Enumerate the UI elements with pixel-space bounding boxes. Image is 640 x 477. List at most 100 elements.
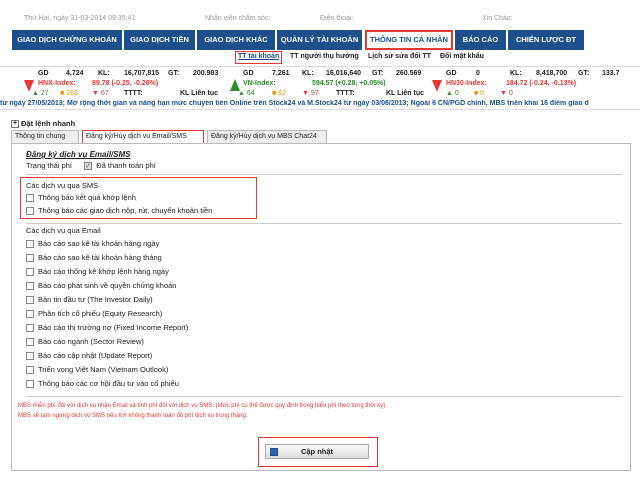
hnx-kl: 16,707,815: [124, 70, 160, 77]
nav-giao-dich-tien[interactable]: GIAO DỊCH TIỀN: [124, 30, 196, 50]
email-checkbox[interactable]: [26, 324, 34, 333]
email-item[interactable]: Báo cáo cập nhật (Update Report): [26, 351, 152, 361]
sms-item-label: Thông báo kết quả khớp lệnh: [38, 193, 136, 202]
email-item[interactable]: Báo cáo ngành (Sector Review): [26, 337, 144, 347]
email-item-label: Báo cáo thống kê khớp lệnh hàng ngày: [38, 267, 169, 276]
email-checkbox[interactable]: [26, 310, 34, 319]
email-sms-panel: Đăng ký dịch vụ Email/SMS Trạng thái phí…: [11, 143, 631, 471]
email-item-label: Báo cáo sao kê tài khoản hàng tháng: [38, 253, 162, 262]
hn30-gt-label: GT:: [578, 70, 590, 77]
vn-down-count: ▼ 97: [302, 90, 319, 97]
tab-mbs-chat24[interactable]: Đăng ký/Hủy dịch vụ MBS Chat24: [207, 130, 327, 143]
email-checkbox[interactable]: [26, 282, 34, 291]
email-checkbox[interactable]: [26, 380, 34, 389]
email-item[interactable]: Báo cáo sao kê tài khoản hàng tháng: [26, 253, 162, 263]
update-button[interactable]: Cập nhật: [265, 444, 369, 459]
hn30-down-arrow-icon: [432, 80, 442, 92]
email-checkbox[interactable]: [26, 352, 34, 361]
subnav-tt-nguoi-thu-huong[interactable]: TT người thụ hưởng: [290, 53, 359, 60]
save-icon: [270, 448, 278, 456]
vn-up-count: ▲ 64: [238, 90, 255, 97]
email-item[interactable]: Báo cáo thị trường nợ (Fixed Income Repo…: [26, 323, 189, 333]
hn30-up-count: ▲ 0: [446, 90, 459, 97]
email-checkbox[interactable]: [26, 240, 34, 249]
email-checkbox[interactable]: [26, 338, 34, 347]
email-item[interactable]: Thông báo các cơ hội đầu tư vào cổ phiếu: [26, 379, 179, 389]
panel-heading: Đăng ký dịch vụ Email/SMS: [26, 150, 131, 159]
hn30-gd: 0: [476, 70, 480, 77]
staff-label: Nhân viên chăm sóc:: [205, 15, 271, 22]
email-item[interactable]: Bản tin đầu tư (The Investor Daily): [26, 295, 153, 305]
email-header: Các dịch vụ qua Email: [26, 226, 101, 235]
vn-gd: 7,261: [272, 70, 290, 77]
quick-order-label: Đặt lệnh nhanh: [21, 119, 76, 128]
email-item-label: Báo cáo ngành (Sector Review): [38, 337, 144, 346]
tab-thong-tin-chung[interactable]: Thông tin chung: [11, 130, 79, 143]
hn30-kl: 8,418,700: [536, 70, 568, 77]
hnx-up-count: ▲ 27: [32, 90, 49, 97]
sub-nav: TT tài khoản TT người thụ hưởng Lịch sử …: [0, 51, 640, 65]
hnx-flat-count: ■ 263: [60, 90, 78, 97]
quick-order-toggle[interactable]: + Đặt lệnh nhanh: [11, 119, 76, 129]
sms-checkbox[interactable]: [26, 194, 34, 203]
fee-paid-checkbox: [84, 162, 93, 171]
email-item[interactable]: Triển vọng Việt Nam (Vietnam Outlook): [26, 365, 169, 375]
sms-header: Các dịch vụ qua SMS: [26, 181, 99, 190]
vn-kl-label: KL:: [302, 70, 314, 77]
email-checkbox[interactable]: [26, 254, 34, 263]
email-checkbox[interactable]: [26, 366, 34, 375]
nav-giao-dich-khac[interactable]: GIAO DỊCH KHÁC: [197, 30, 276, 50]
email-item[interactable]: Báo cáo thống kê khớp lệnh hàng ngày: [26, 267, 169, 277]
sms-checkbox[interactable]: [26, 207, 34, 216]
greeting-label: Xin Chào:: [482, 15, 513, 22]
email-item-label: Báo cáo sao kê tài khoản hàng ngày: [38, 239, 160, 248]
hnx-gd: 4,724: [66, 70, 84, 77]
fee-paid-label: Đã thanh toán phí: [96, 161, 156, 170]
hn30-kl-label: KL:: [510, 70, 522, 77]
hn30-name: HN30-Index:: [446, 80, 487, 87]
market-ticker: GD 4,724 KL: 16,707,815 GT: 200.983 HNX-…: [0, 66, 640, 100]
subnav-tt-tai-khoan[interactable]: TT tài khoản: [235, 51, 283, 64]
email-item[interactable]: Báo cáo sao kê tài khoản hàng ngày: [26, 239, 160, 249]
tab-email-sms[interactable]: Đăng ký/Hủy dịch vụ Email/SMS: [82, 130, 204, 143]
nav-chien-luoc-dt[interactable]: CHIẾN LƯỢC ĐT: [508, 30, 585, 50]
hn30-gd-label: GD: [446, 70, 457, 77]
email-item[interactable]: Báo cáo phát sinh về quyền chứng khoán: [26, 281, 176, 291]
update-highlight-box: Cập nhật: [258, 437, 378, 467]
nav-bao-cao[interactable]: BÁO CÁO: [455, 30, 507, 50]
sms-item-label: Thông báo các giao dịch nộp, rút, chuyển…: [38, 206, 213, 215]
sms-item[interactable]: Thông báo các giao dịch nộp, rút, chuyển…: [26, 206, 213, 216]
nav-quan-ly-tai-khoan[interactable]: QUẢN LÝ TÀI KHOẢN: [277, 30, 363, 50]
fee-note: MBS miễn phí đối với dịch vụ nhận Email …: [18, 403, 387, 409]
email-item-label: Báo cáo thị trường nợ (Fixed Income Repo…: [38, 323, 189, 332]
vn-kl: 16,016,640: [326, 70, 362, 77]
hnx-gt: 200.983: [193, 70, 219, 77]
vn-gd-label: GD: [243, 70, 254, 77]
suspend-note: MBS sẽ tạm ngưng dịch vụ SMS nếu KH khôn…: [18, 413, 248, 419]
vn-value: 594.57 (+0.28, +0.05%): [312, 80, 386, 87]
divider: [26, 396, 622, 397]
phone-label: Điện thoại:: [320, 15, 354, 22]
email-checkbox[interactable]: [26, 268, 34, 277]
nav-giao-dich-chung-khoan[interactable]: GIAO DỊCH CHỨNG KHOÁN: [12, 30, 123, 50]
vn-name: VN-Index:: [243, 80, 276, 87]
hn30-flat-count: ■ 0: [474, 90, 485, 97]
hnx-name: HNX-Index:: [38, 80, 76, 87]
main-nav: GIAO DỊCH CHỨNG KHOÁN GIAO DỊCH TIỀN GIA…: [0, 30, 640, 50]
hnx-kl-status: KL Liên tục: [180, 90, 218, 97]
vn-tttt: TTTT:: [336, 90, 355, 97]
divider: [26, 174, 622, 175]
email-item-label: Triển vọng Việt Nam (Vietnam Outlook): [38, 365, 169, 374]
hnx-gd-label: GD: [38, 70, 49, 77]
email-item-label: Bản tin đầu tư (The Investor Daily): [38, 295, 153, 304]
subnav-lich-su-sua-doi[interactable]: Lịch sử sửa đổi TT: [368, 53, 431, 60]
hnx-tttt: TTTT:: [124, 90, 143, 97]
email-item[interactable]: Phân tích cổ phiếu (Equity Research): [26, 309, 162, 319]
subnav-doi-mat-khau[interactable]: Đổi mật khẩu: [440, 53, 484, 60]
top-info-bar: Thứ Hai, ngày 31-03-2014 09:35:41 Nhân v…: [0, 0, 640, 28]
nav-thong-tin-ca-nhan[interactable]: THÔNG TIN CÁ NHÂN: [365, 30, 453, 50]
email-checkbox[interactable]: [26, 296, 34, 305]
sms-item[interactable]: Thông báo kết quả khớp lệnh: [26, 193, 136, 203]
plus-icon: +: [11, 120, 19, 129]
divider: [26, 223, 622, 224]
